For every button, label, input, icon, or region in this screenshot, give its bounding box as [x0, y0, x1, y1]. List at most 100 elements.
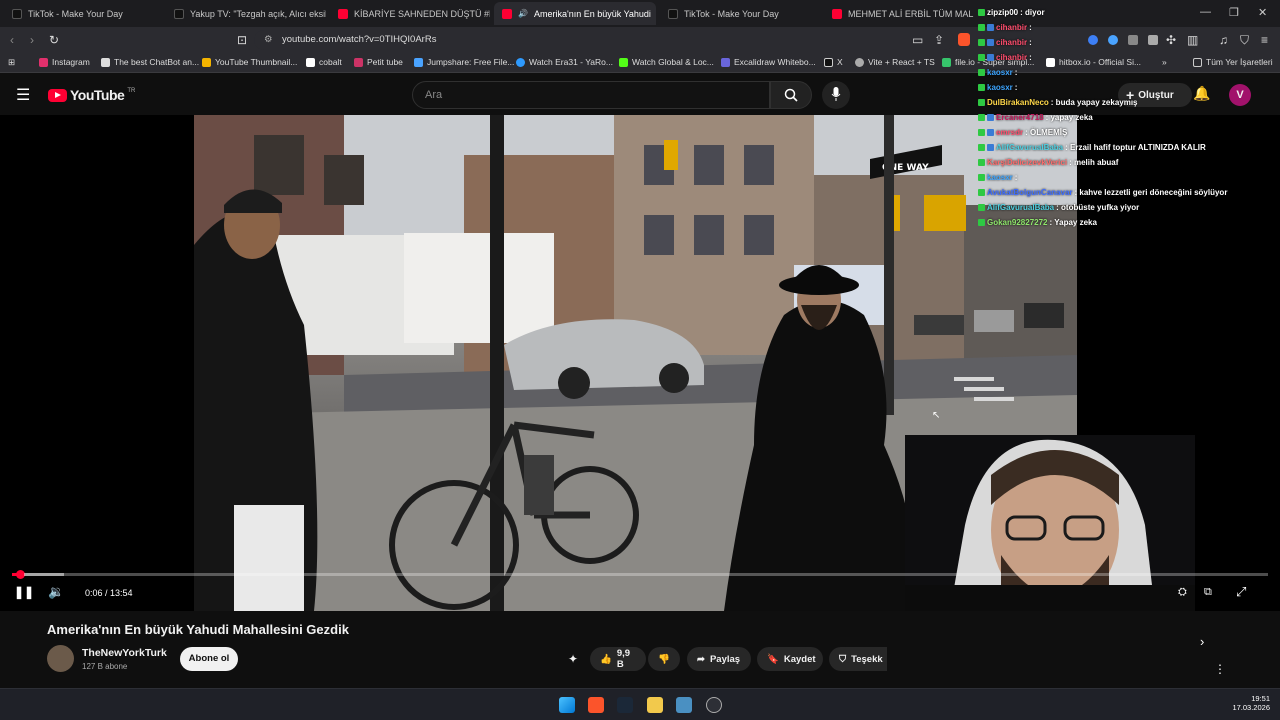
- bookmark-icon[interactable]: ⊡: [237, 33, 247, 47]
- control-panel-icon[interactable]: [676, 697, 692, 713]
- badge-icon: [978, 219, 985, 226]
- autoplay-icon[interactable]: ⛭: [1178, 586, 1187, 599]
- volume-icon[interactable]: 🔉: [48, 584, 64, 600]
- tab-label: KİBARİYE SAHNEDEN DÜŞTÜ #KİBAR: [354, 8, 490, 19]
- file-io-icon: [942, 57, 951, 67]
- bookmark-item[interactable]: YouTube Thumbnail...: [202, 57, 297, 67]
- restore-icon[interactable]: ❐: [1229, 6, 1239, 19]
- bookmark-item[interactable]: cobalt: [306, 57, 342, 67]
- tiktok-icon: [12, 8, 22, 19]
- youtube-icon: [832, 8, 842, 19]
- browser-tab-active[interactable]: 🔊 Amerika'nın En büyük Yahudi ×: [494, 2, 656, 25]
- share-arrow-icon: ➦: [697, 653, 705, 665]
- clock[interactable]: 19:51 17.03.2026: [1226, 694, 1270, 712]
- avatar[interactable]: V: [1229, 84, 1251, 106]
- obs-icon[interactable]: [706, 697, 722, 713]
- thanks-button[interactable]: ⛉ Teşekk: [829, 647, 887, 671]
- apps-grid-icon[interactable]: ⊞: [8, 57, 15, 68]
- bookmark-item[interactable]: X: [824, 57, 843, 67]
- sidebar-icon[interactable]: ▥: [1187, 33, 1198, 47]
- share-button[interactable]: ➦ Paylaş: [687, 647, 751, 671]
- bookmark-item[interactable]: Jumpshare: Free File...: [414, 57, 514, 67]
- chat-message: Gokan92827272: Yapay zeka: [978, 218, 1097, 227]
- more-bookmarks-icon[interactable]: »: [1162, 57, 1167, 67]
- windows-start-icon[interactable]: [559, 697, 575, 713]
- tab-label: TikTok - Make Your Day: [28, 8, 123, 19]
- save-button[interactable]: 🔖 Kaydet: [757, 647, 823, 671]
- bookmark-item[interactable]: Petit tube: [354, 57, 403, 67]
- browser-tab[interactable]: MEHMET ALİ ERBİL TÜM MALLIKLAR: [824, 2, 974, 25]
- ai-sparkle-icon[interactable]: ✦: [568, 652, 578, 666]
- chat-message: AvukatBolgunCanavar: kahve lezzetli geri…: [978, 188, 1227, 197]
- minimize-icon[interactable]: —: [1200, 6, 1211, 18]
- chat-message: kaosxr:: [978, 173, 1017, 182]
- cast-icon[interactable]: ▭: [912, 33, 923, 47]
- pause-icon[interactable]: ❚❚: [14, 585, 34, 599]
- bookmark-item[interactable]: hitbox.io - Official Si...: [1046, 57, 1141, 67]
- thanks-icon: ⛉: [839, 653, 847, 665]
- all-bookmarks[interactable]: Tüm Yer İşaretleri: [1193, 57, 1273, 67]
- share-icon[interactable]: ⇪: [934, 33, 944, 47]
- bookmark-item[interactable]: Vite + React + TS: [855, 57, 935, 67]
- chat-message: zipzip00: diyor: [978, 8, 1045, 17]
- extension-icon[interactable]: [1148, 35, 1158, 45]
- brave-browser-icon[interactable]: [588, 697, 604, 713]
- chat-message: kaosxr:: [978, 83, 1017, 92]
- file-explorer-icon[interactable]: [647, 697, 663, 713]
- hamburger-menu-icon[interactable]: ☰: [16, 85, 30, 105]
- instagram-icon: [39, 57, 48, 67]
- bookmark-item[interactable]: The best ChatBot an...: [101, 57, 199, 67]
- brave-shields-icon[interactable]: [958, 33, 970, 46]
- like-button[interactable]: 👍 9,9 B: [590, 647, 646, 671]
- browser-tab[interactable]: KİBARİYE SAHNEDEN DÜŞTÜ #KİBAR: [330, 2, 490, 25]
- badge-icon: [978, 114, 985, 121]
- extensions-puzzle-icon[interactable]: ✣: [1166, 33, 1176, 47]
- fullscreen-icon[interactable]: ⤢: [1236, 584, 1246, 600]
- badge-icon: [978, 9, 985, 16]
- thumbs-down-icon: 👎: [658, 653, 670, 665]
- progress-bar[interactable]: [12, 570, 1268, 579]
- petit-tube-icon: [354, 57, 363, 67]
- chevron-right-icon[interactable]: ›: [1200, 634, 1204, 649]
- menu-icon[interactable]: ≡: [1261, 33, 1268, 47]
- voice-search-button[interactable]: [822, 81, 850, 109]
- chat-message: AlifGavurualBaba: Erzail hafif toptur AL…: [978, 143, 1206, 152]
- search-input[interactable]: Ara: [412, 81, 770, 109]
- address-bar[interactable]: ⚙ youtube.com/watch?v=0TIHQI0ArRs: [254, 30, 954, 50]
- steam-icon[interactable]: [617, 697, 633, 713]
- site-info-icon[interactable]: ⚙: [264, 30, 273, 50]
- x-icon: [824, 57, 833, 67]
- bookmark-item[interactable]: Instagram: [39, 57, 90, 67]
- vpn-shield-icon[interactable]: ⛉: [1240, 33, 1249, 48]
- reload-icon[interactable]: ↻: [49, 33, 59, 47]
- back-icon[interactable]: ‹: [10, 33, 14, 47]
- bookmarks-bar: ⊞ Instagram The best ChatBot an... YouTu…: [0, 53, 1280, 73]
- bookmark-item[interactable]: Watch Global & Loc...: [619, 57, 714, 67]
- extension-icon[interactable]: [1128, 35, 1138, 45]
- channel-avatar[interactable]: [47, 645, 74, 672]
- music-icon[interactable]: ♫: [1219, 33, 1228, 47]
- tab-label: Amerika'nın En büyük Yahudi: [533, 8, 651, 19]
- forward-icon[interactable]: ›: [30, 33, 34, 47]
- notifications-bell-icon[interactable]: 🔔: [1193, 85, 1210, 102]
- dislike-button[interactable]: 👎: [648, 647, 680, 671]
- chatbot-icon: [101, 57, 110, 67]
- bookmark-item[interactable]: Excalidraw Whitebo...: [721, 57, 816, 67]
- more-options-icon[interactable]: ⋮: [1214, 662, 1226, 676]
- browser-tab[interactable]: Yakup TV: "Tezgah açık, Alıcı eksik!" #: [166, 2, 326, 25]
- video-title: Amerika'nın En büyük Yahudi Mahallesini …: [47, 622, 349, 637]
- channel-name[interactable]: TheNewYorkTurk: [82, 647, 167, 659]
- bookmark-item[interactable]: Watch Era31 - YaRo...: [516, 57, 613, 67]
- youtube-logo[interactable]: YouTube TR: [48, 87, 135, 103]
- browser-tab[interactable]: TikTok - Make Your Day: [4, 2, 162, 25]
- time-display: 0:06 / 13:54: [85, 588, 133, 598]
- chat-message: emrsdr: ÖLMEMİŞ: [978, 128, 1067, 137]
- subscribe-button[interactable]: Abone ol: [180, 647, 238, 671]
- browser-tab[interactable]: TikTok - Make Your Day: [660, 2, 820, 25]
- miniplayer-icon[interactable]: ⧉: [1204, 586, 1212, 599]
- chat-message: cihanbir:: [978, 23, 1032, 32]
- extension-icon[interactable]: [1088, 35, 1098, 45]
- extension-icon[interactable]: [1108, 35, 1118, 45]
- search-button[interactable]: [770, 81, 812, 109]
- close-window-icon[interactable]: ✕: [1258, 6, 1267, 19]
